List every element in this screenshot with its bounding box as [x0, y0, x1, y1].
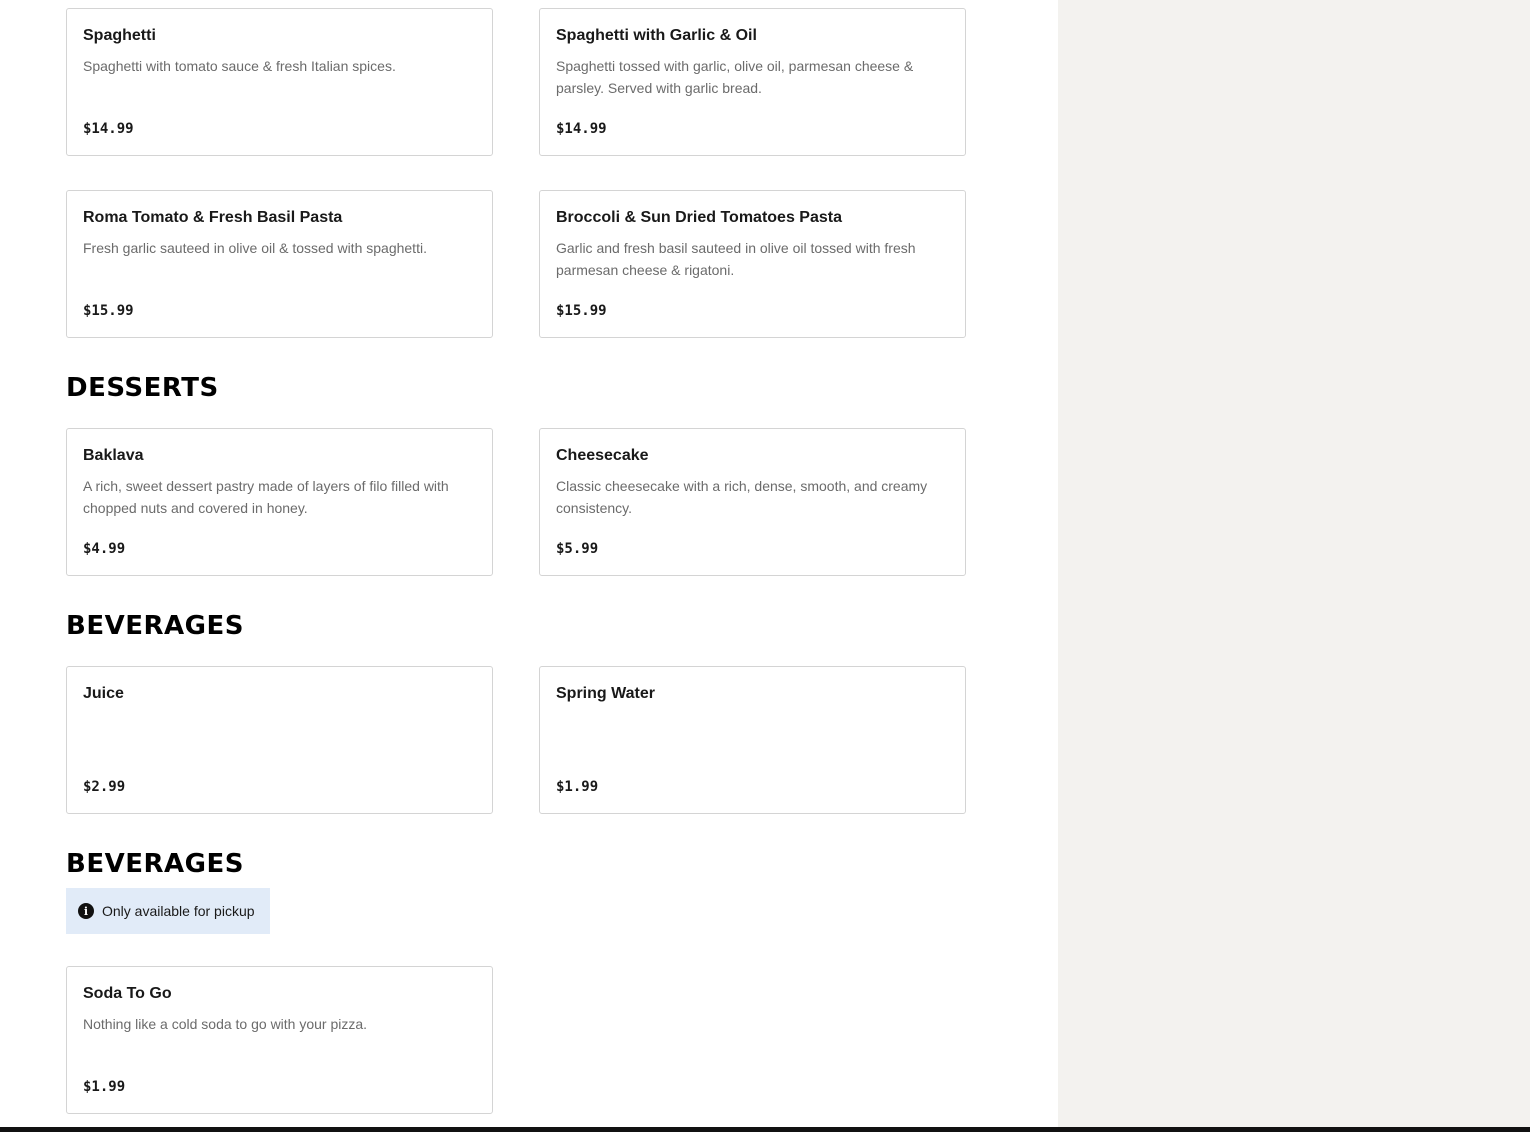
menu-item-name: Spaghetti — [83, 27, 156, 44]
menu-item-card[interactable]: Juice $2.99 — [66, 666, 493, 814]
menu-item-card[interactable]: Baklava A rich, sweet dessert pastry mad… — [66, 428, 493, 576]
menu-item-price: $1.99 — [83, 1079, 126, 1095]
menu-item-card[interactable]: Spaghetti Spaghetti with tomato sauce & … — [66, 8, 493, 156]
section-title-beverages: BEVERAGES — [66, 611, 244, 641]
menu-item-name: Spring Water — [556, 685, 655, 702]
menu-item-description: Garlic and fresh basil sauteed in olive … — [556, 240, 916, 278]
bottom-bar — [0, 1127, 1530, 1132]
menu-item-card[interactable]: Broccoli & Sun Dried Tomatoes Pasta Garl… — [539, 190, 966, 338]
menu-item-price: $4.99 — [83, 541, 126, 557]
menu-item-description: Fresh garlic sauteed in olive oil & toss… — [83, 240, 427, 256]
menu-item-description: A rich, sweet dessert pastry made of lay… — [83, 478, 449, 516]
info-icon: i — [78, 903, 94, 919]
menu-item-name: Cheesecake — [556, 447, 649, 464]
pickup-only-notice: i Only available for pickup — [66, 888, 270, 934]
menu-item-description: Spaghetti tossed with garlic, olive oil,… — [556, 58, 914, 96]
menu-item-price: $15.99 — [556, 303, 607, 319]
section-title-desserts: DESSERTS — [66, 373, 219, 403]
menu-item-price: $5.99 — [556, 541, 599, 557]
menu-item-name: Soda To Go — [83, 985, 172, 1002]
menu-item-card[interactable]: Soda To Go Nothing like a cold soda to g… — [66, 966, 493, 1114]
menu-item-card[interactable]: Cheesecake Classic cheesecake with a ric… — [539, 428, 966, 576]
menu-item-price: $15.99 — [83, 303, 134, 319]
menu-item-price: $1.99 — [556, 779, 599, 795]
menu-item-description: Classic cheesecake with a rich, dense, s… — [556, 478, 928, 516]
menu-item-card[interactable]: Spaghetti with Garlic & Oil Spaghetti to… — [539, 8, 966, 156]
side-panel — [1058, 0, 1530, 1132]
menu-item-description: Spaghetti with tomato sauce & fresh Ital… — [83, 58, 396, 74]
menu-item-price: $2.99 — [83, 779, 126, 795]
notice-text: Only available for pickup — [102, 903, 255, 919]
menu-content: Spaghetti Spaghetti with tomato sauce & … — [0, 0, 1058, 1132]
menu-item-name: Roma Tomato & Fresh Basil Pasta — [83, 209, 343, 226]
menu-item-description: Nothing like a cold soda to go with your… — [83, 1016, 368, 1032]
menu-item-name: Juice — [83, 685, 124, 702]
menu-item-name: Broccoli & Sun Dried Tomatoes Pasta — [556, 209, 842, 226]
menu-item-card[interactable]: Roma Tomato & Fresh Basil Pasta Fresh ga… — [66, 190, 493, 338]
menu-item-name: Spaghetti with Garlic & Oil — [556, 27, 757, 44]
menu-item-card[interactable]: Spring Water $1.99 — [539, 666, 966, 814]
menu-item-name: Baklava — [83, 447, 144, 464]
menu-item-price: $14.99 — [556, 121, 607, 137]
menu-item-price: $14.99 — [83, 121, 134, 137]
section-title-beverages-pickup: BEVERAGES — [66, 849, 244, 879]
